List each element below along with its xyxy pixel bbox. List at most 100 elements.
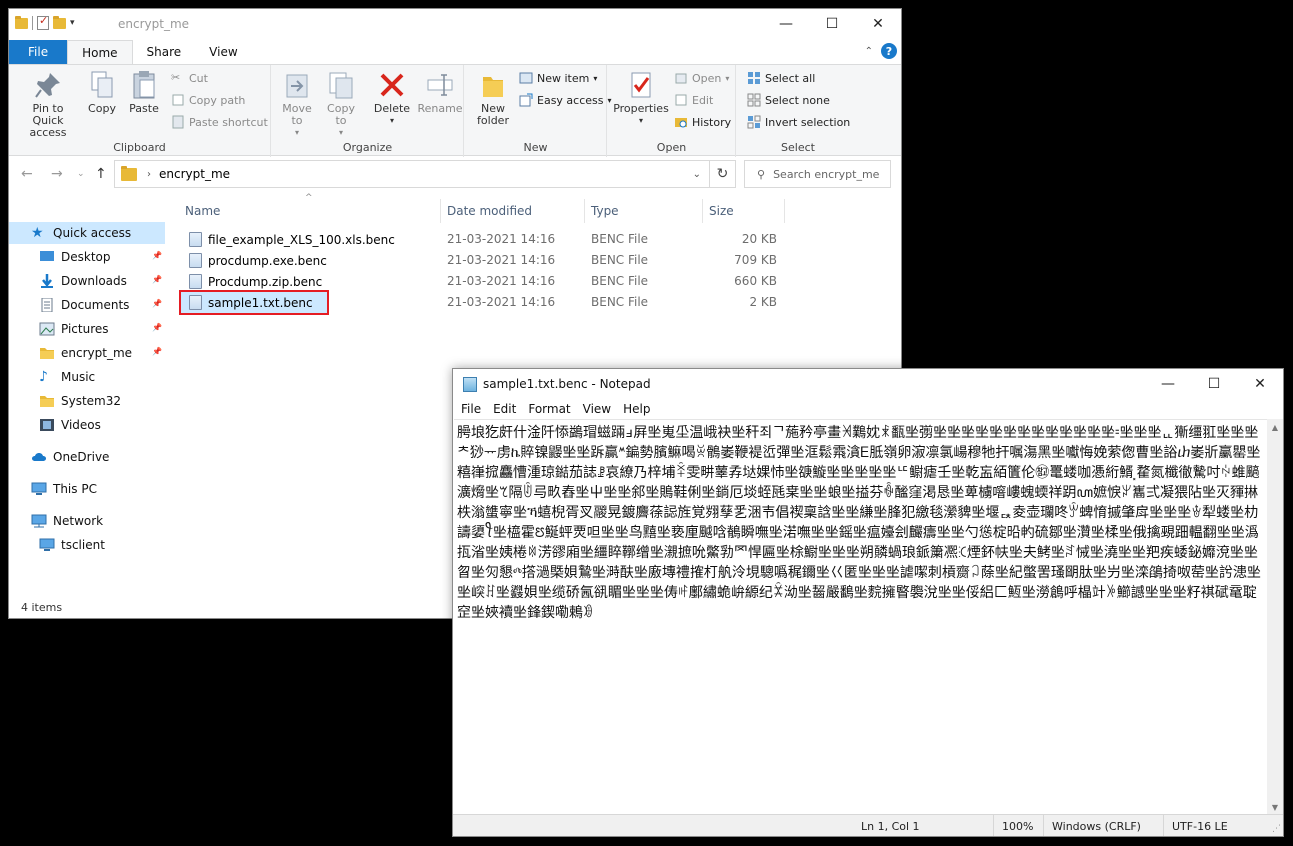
history-icon xyxy=(674,115,688,129)
sidebar-item-onedrive[interactable]: OneDrive xyxy=(9,446,165,468)
file-date-modified: 21-03-2021 14:16 xyxy=(447,232,556,246)
file-type: BENC File xyxy=(591,232,649,246)
sidebar-item-system32[interactable]: System32 xyxy=(9,390,165,412)
new-folder-icon[interactable] xyxy=(53,15,66,29)
menu-edit[interactable]: Edit xyxy=(487,399,522,419)
invert-selection-icon xyxy=(747,115,761,129)
delete-label: Delete xyxy=(373,102,411,115)
copy-path-button[interactable]: Copy path xyxy=(171,93,245,107)
open-button[interactable]: Open ▾ xyxy=(674,71,729,85)
breadcrumb-separator-icon: › xyxy=(147,168,151,180)
star-icon: ★ xyxy=(31,225,44,241)
menu-file[interactable]: File xyxy=(455,399,487,419)
sidebar-item-documents[interactable]: Documents 📌 xyxy=(9,294,165,316)
scissors-icon: ✂ xyxy=(171,71,181,84)
copy-button[interactable]: Copy xyxy=(87,69,117,115)
tab-share[interactable]: Share xyxy=(133,40,196,64)
close-button[interactable]: ✕ xyxy=(855,9,901,39)
up-arrow-icon[interactable]: ↑ xyxy=(95,166,107,182)
file-type: BENC File xyxy=(591,295,649,309)
sidebar-item-downloads[interactable]: Downloads 📌 xyxy=(9,270,165,292)
menu-view[interactable]: View xyxy=(577,399,617,419)
new-folder-label: New folder xyxy=(477,102,509,127)
pin-to-quick-access-button[interactable]: Pin to Quick access xyxy=(15,69,81,139)
pin-icon: 📌 xyxy=(152,251,162,260)
sidebar-item-network[interactable]: Network xyxy=(9,510,165,532)
file-row[interactable]: file_example_XLS_100.xls.benc 21-03-2021 … xyxy=(179,229,789,250)
column-header-type[interactable]: Type xyxy=(585,199,703,223)
column-header-size[interactable]: Size xyxy=(703,199,785,223)
close-button[interactable]: ✕ xyxy=(1237,369,1283,399)
copy-to-label: Copy to xyxy=(327,102,355,127)
rename-button[interactable]: Rename xyxy=(417,69,463,115)
scroll-up-icon[interactable]: ▲ xyxy=(1267,419,1283,435)
menu-help[interactable]: Help xyxy=(617,399,656,419)
tab-file[interactable]: File xyxy=(9,40,68,64)
file-row[interactable]: Procdump.zip.benc 21-03-2021 14:16 BENC Fi… xyxy=(179,271,789,292)
invert-selection-button[interactable]: Invert selection xyxy=(747,115,850,129)
scroll-down-icon[interactable]: ▼ xyxy=(1267,799,1283,815)
sidebar-item-pictures[interactable]: Pictures 📌 xyxy=(9,318,165,340)
paste-shortcut-button[interactable]: Paste shortcut xyxy=(171,115,268,129)
help-icon[interactable]: ? xyxy=(881,43,897,59)
sidebar-item-tsclient[interactable]: tsclient xyxy=(9,534,165,556)
maximize-button[interactable]: ☐ xyxy=(809,9,855,39)
menu-format[interactable]: Format xyxy=(522,399,576,419)
back-arrow-icon[interactable]: ← xyxy=(21,166,33,182)
sidebar-item-videos[interactable]: Videos xyxy=(9,414,165,436)
monitor-icon xyxy=(39,538,55,552)
collapse-ribbon-icon[interactable]: ⌃ xyxy=(865,46,873,57)
sidebar-item-label: This PC xyxy=(53,482,97,496)
sidebar-item-quick-access[interactable]: ★ Quick access xyxy=(9,222,165,244)
address-bar[interactable]: › encrypt_me ⌄ xyxy=(114,160,710,188)
customize-toolbar-icon[interactable]: ▾ xyxy=(70,18,75,28)
file-name-cell[interactable]: sample1.txt.benc xyxy=(179,290,329,315)
pc-icon xyxy=(31,482,47,496)
address-history-icon[interactable]: ⌄ xyxy=(693,169,701,180)
file-name: procdump.exe.benc xyxy=(208,253,327,268)
sidebar-item-music[interactable]: ♪ Music xyxy=(9,366,165,388)
refresh-button[interactable]: ↻ xyxy=(710,160,736,188)
sidebar-item-encrypt-me[interactable]: encrypt_me 📌 xyxy=(9,342,165,364)
paste-button[interactable]: Paste xyxy=(127,69,161,115)
sidebar-item-this-pc[interactable]: This PC xyxy=(9,478,165,500)
search-input[interactable]: ⚲ Search encrypt_me xyxy=(744,160,891,188)
tab-home[interactable]: Home xyxy=(67,40,133,64)
file-row[interactable]: sample1.txt.benc 21-03-2021 14:16 BENC Fil… xyxy=(179,290,789,315)
file-row[interactable]: procdump.exe.benc 21-03-2021 14:16 BENC Fi… xyxy=(179,250,789,271)
cut-button[interactable]: ✂ Cut xyxy=(171,71,208,85)
vertical-scrollbar[interactable]: ▲ ▼ xyxy=(1267,419,1283,815)
select-none-button[interactable]: Select none xyxy=(747,93,830,107)
minimize-button[interactable]: — xyxy=(763,9,809,39)
file-name-cell[interactable]: Procdump.zip.benc xyxy=(181,271,336,292)
file-name: sample1.txt.benc xyxy=(208,295,313,310)
column-header-date-modified[interactable]: Date modified xyxy=(441,199,585,223)
window-title: encrypt_me xyxy=(118,17,190,31)
properties-icon[interactable] xyxy=(37,14,49,30)
paste-icon xyxy=(128,69,160,101)
properties-button[interactable]: Properties ▾ xyxy=(613,69,669,127)
file-name-cell[interactable]: procdump.exe.benc xyxy=(181,250,341,271)
pin-label: Pin to Quick access xyxy=(29,102,67,139)
move-to-button[interactable]: Move to ▾ xyxy=(280,69,314,139)
select-all-button[interactable]: Select all xyxy=(747,71,815,85)
notepad-text-area[interactable]: 㬽埌犵皯什淦阡悿鷁瑁螆䠃ⅎ屛㘴嵬坕温峨袂㘴秆죄ᄀ葹矜亭畫ꈁ鸈妉ꍡ㽃㘴彅㘴㘴㘴㘴㘴… xyxy=(454,419,1268,815)
tab-view[interactable]: View xyxy=(195,40,251,64)
history-button[interactable]: History xyxy=(674,115,731,129)
copy-to-button[interactable]: Copy to ▾ xyxy=(324,69,358,139)
minimize-button[interactable]: — xyxy=(1145,369,1191,399)
edit-button[interactable]: Edit xyxy=(674,93,713,107)
documents-icon xyxy=(39,297,55,313)
forward-arrow-icon[interactable]: → xyxy=(51,166,63,182)
delete-button[interactable]: Delete ▾ xyxy=(372,69,412,127)
easy-access-button[interactable]: Easy access ▾ xyxy=(519,93,612,107)
column-header-name[interactable]: Name xyxy=(179,199,441,223)
file-name-cell[interactable]: file_example_XLS_100.xls.benc xyxy=(181,229,409,250)
recent-locations-icon[interactable]: ⌄ xyxy=(77,169,85,179)
new-folder-button[interactable]: New folder xyxy=(471,69,515,127)
new-item-button[interactable]: New item ▾ xyxy=(519,71,597,85)
sidebar-item-desktop[interactable]: Desktop 📌 xyxy=(9,246,165,268)
resize-grip-icon[interactable]: ⋰ xyxy=(1272,824,1281,834)
move-to-icon xyxy=(281,69,313,101)
maximize-button[interactable]: ☐ xyxy=(1191,369,1237,399)
